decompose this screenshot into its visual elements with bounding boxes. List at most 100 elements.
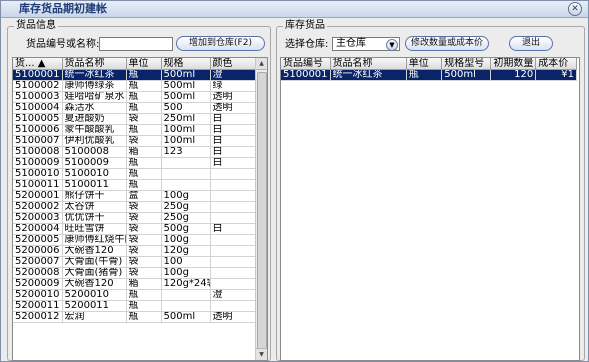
table-cell: 5100010 xyxy=(13,168,63,180)
column-header[interactable]: 初期数量 xyxy=(490,58,537,70)
table-cell: 500ml xyxy=(441,69,492,81)
table-cell: 100 xyxy=(161,256,211,268)
table-cell: 5200010 xyxy=(13,289,63,301)
table-cell: 100ml xyxy=(161,135,211,147)
table-row[interactable]: 5200010 5200010 瓶澄 xyxy=(13,289,257,301)
table-cell: 袋 xyxy=(126,113,162,125)
product-table-header: 货... ▲ 货品名称 单位 规格 颜色 xyxy=(13,58,257,70)
table-cell xyxy=(210,201,257,213)
table-row[interactable]: 5200011 5200011 瓶 xyxy=(13,300,257,312)
table-cell xyxy=(210,190,257,202)
table-cell: 500ml xyxy=(161,80,211,92)
table-row[interactable]: 5200008 大骨面(猪骨) 袋 100g xyxy=(13,267,257,279)
table-cell: 120g xyxy=(161,245,211,257)
column-header[interactable]: 货品名称 xyxy=(330,58,407,70)
warehouse-select[interactable]: 主仓库 ▼ xyxy=(332,37,400,51)
table-cell: 森活水 xyxy=(62,102,127,114)
table-cell: 袋 xyxy=(126,234,162,246)
table-row[interactable]: 5200002 太谷饼袋 250g xyxy=(13,201,257,213)
table-row[interactable]: 5100001 统一冰红茶瓶 500ml 120 ¥1 xyxy=(281,69,577,81)
table-row[interactable]: 5200012 宏润瓶 500ml 透明 xyxy=(13,311,257,323)
table-row[interactable]: 5100005 夏进酸奶袋 250ml 白 xyxy=(13,113,257,125)
table-row[interactable]: 5100010 5100010 瓶 xyxy=(13,168,257,180)
table-row[interactable]: 5100007 伊利优酸乳袋 100ml 白 xyxy=(13,135,257,147)
table-cell: 5200003 xyxy=(13,212,63,224)
table-cell: 5200004 xyxy=(13,223,63,235)
table-cell: 箱 xyxy=(126,278,162,290)
product-info-group: 货品信息 货品编号或名称: 增加到仓库(F2) 货... ▲ 货品名称 单位 规格 颜色… xyxy=(7,20,271,361)
table-cell: 瓶 xyxy=(126,289,162,301)
column-header[interactable]: 规格型号 xyxy=(441,58,492,70)
table-cell: 盒 xyxy=(126,190,162,202)
table-cell: 统一冰红茶 xyxy=(62,69,127,81)
table-cell xyxy=(161,300,211,312)
table-cell: 5100011 xyxy=(13,179,63,191)
column-header[interactable]: 货品名称 xyxy=(62,58,127,70)
column-header[interactable]: 单位 xyxy=(406,58,443,70)
chevron-down-icon[interactable]: ▼ xyxy=(386,39,398,51)
scroll-down-arrow-icon[interactable]: ▼ xyxy=(256,348,267,360)
product-grid-scrollbar[interactable]: ▲ ▼ xyxy=(255,58,267,360)
table-cell: 旺旺雪饼 xyxy=(62,223,127,235)
table-row[interactable]: 5200007 大骨面(牛骨) 袋 100 xyxy=(13,256,257,268)
table-row[interactable]: 5200006 大碗香120 袋 120g xyxy=(13,245,257,257)
scroll-up-arrow-icon[interactable]: ▲ xyxy=(256,58,267,70)
table-row[interactable]: 5100003 娃哈哈矿泉水瓶 500ml 透明 xyxy=(13,91,257,103)
table-cell: 康师傅红烧牛肉面 xyxy=(62,234,127,246)
table-cell: 120 xyxy=(490,69,537,81)
exit-button[interactable]: 退出 xyxy=(509,36,553,51)
scroll-thumb[interactable] xyxy=(257,72,267,350)
table-cell: 100g xyxy=(161,190,211,202)
table-row[interactable]: 5200003 优优饼干袋 250g xyxy=(13,212,257,224)
stock-table: 货品编号 货品名称 单位 规格型号 初期数量 成本价 5100001 统一冰红茶瓶 500ml… xyxy=(281,58,577,81)
column-header[interactable]: 货... ▲ xyxy=(13,58,63,70)
table-cell: 5100006 xyxy=(13,124,63,136)
table-cell: 5200007 xyxy=(13,256,63,268)
warehouse-label: 选择仓库: xyxy=(285,39,329,50)
table-row[interactable]: 5100008 5100008 箱 123 白 xyxy=(13,146,257,158)
table-row[interactable]: 5100009 5100009 瓶白 xyxy=(13,157,257,169)
table-row[interactable]: 5100006 蒙牛酸酸乳瓶 100ml 白 xyxy=(13,124,257,136)
main-window: 库存货品期初建帐 ✕ 货品信息 货品编号或名称: 增加到仓库(F2) 货... … xyxy=(0,0,589,362)
table-cell: 瓶 xyxy=(126,124,162,136)
table-cell xyxy=(161,179,211,191)
table-cell: 绿 xyxy=(210,80,257,92)
table-row[interactable]: 5100011 5100011 瓶 xyxy=(13,179,257,191)
table-cell: 袋 xyxy=(126,135,162,147)
search-input[interactable] xyxy=(99,37,173,51)
table-row[interactable]: 5100004 森活水瓶 500 透明 xyxy=(13,102,257,114)
table-row[interactable]: 5100002 康师傅绿茶瓶 500ml 绿 xyxy=(13,80,257,92)
column-header[interactable]: 单位 xyxy=(126,58,162,70)
modify-quantity-cost-button[interactable]: 修改数量或成本价 xyxy=(405,36,489,51)
table-cell: 瓶 xyxy=(126,300,162,312)
column-header[interactable]: 颜色 xyxy=(210,58,257,70)
table-cell: 100ml xyxy=(161,124,211,136)
table-row[interactable]: 5100001 统一冰红茶瓶 500ml 澄 xyxy=(13,69,257,81)
table-cell: 瓶 xyxy=(126,157,162,169)
stock-grid[interactable]: 货品编号 货品名称 单位 规格型号 初期数量 成本价 5100001 统一冰红茶瓶 500ml… xyxy=(280,57,580,361)
table-cell: 5100004 xyxy=(13,102,63,114)
table-cell xyxy=(210,300,257,312)
table-row[interactable]: 5200009大碗香120箱120g*24袋 xyxy=(13,278,257,290)
table-row[interactable]: 5200001 熊仔饼干盒 100g xyxy=(13,190,257,202)
close-icon[interactable]: ✕ xyxy=(568,2,582,16)
table-cell: 澄 xyxy=(210,69,257,81)
table-cell xyxy=(210,179,257,191)
column-header[interactable]: 货品编号 xyxy=(281,58,331,70)
product-grid[interactable]: 货... ▲ 货品名称 单位 规格 颜色 5100001 统一冰红茶瓶 500ml 澄 5100… xyxy=(12,57,268,361)
warehouse-select-value: 主仓库 xyxy=(336,38,366,49)
table-cell: 大骨面(猪骨) xyxy=(62,267,127,279)
table-cell: 优优饼干 xyxy=(62,212,127,224)
stock-table-header: 货品编号 货品名称 单位 规格型号 初期数量 成本价 xyxy=(281,58,577,70)
table-row[interactable]: 5200005康师傅红烧牛肉面袋100g xyxy=(13,234,257,246)
table-row[interactable]: 5200004 旺旺雪饼袋 500g 白 xyxy=(13,223,257,235)
table-cell: 瓶 xyxy=(126,69,162,81)
column-header[interactable]: 规格 xyxy=(161,58,211,70)
table-cell: 5200008 xyxy=(13,267,63,279)
table-cell: 袋 xyxy=(126,223,162,235)
table-cell: 5100010 xyxy=(62,168,127,180)
table-cell: 5100007 xyxy=(13,135,63,147)
table-cell: 100g xyxy=(161,234,211,246)
add-to-warehouse-button[interactable]: 增加到仓库(F2) xyxy=(176,36,265,51)
column-header[interactable]: 成本价 xyxy=(535,58,577,70)
